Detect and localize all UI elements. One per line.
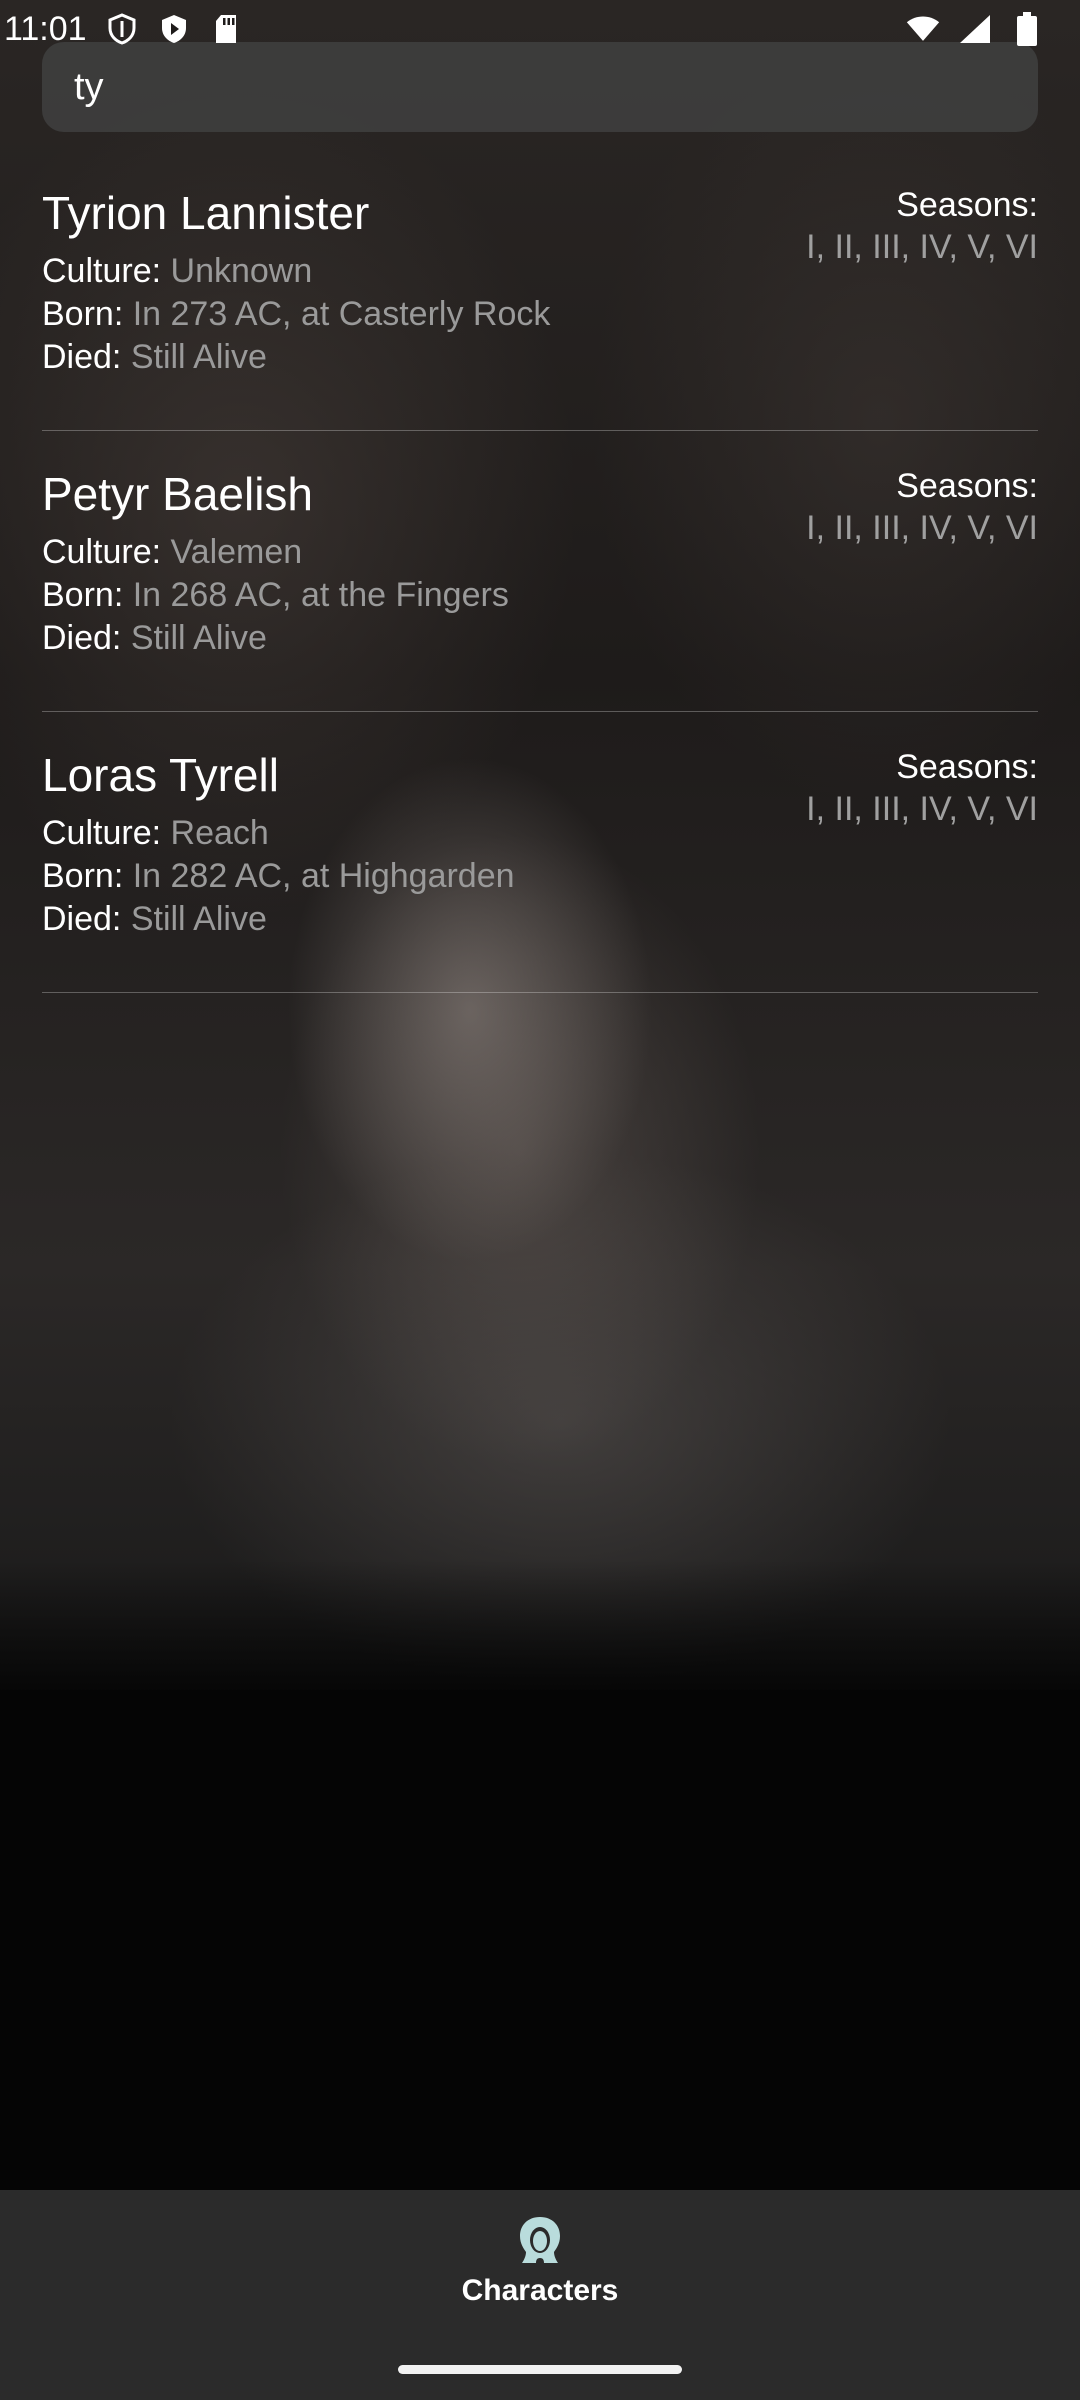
wifi-icon [906, 12, 940, 46]
background-fade [0, 1560, 1080, 1700]
born-label: Born: [42, 295, 124, 333]
search-input[interactable] [74, 65, 1006, 109]
status-bar: 11:01 [0, 0, 1080, 58]
culture-row: Culture: Unknown [42, 250, 550, 293]
born-value: In 273 AC, at Casterly Rock [132, 295, 551, 333]
died-value: Still Alive [130, 619, 267, 657]
status-left: 11:01 [4, 10, 243, 49]
born-value: In 282 AC, at Highgarden [132, 857, 515, 895]
status-right [906, 12, 1044, 46]
character-name: Loras Tyrell [42, 749, 279, 801]
born-row: Born: In 268 AC, at the Fingers [42, 574, 509, 617]
born-row: Born: In 273 AC, at Casterly Rock [42, 293, 550, 336]
battery-icon [1010, 12, 1044, 46]
sd-card-icon [209, 12, 243, 46]
character-fields: Culture: Unknown Born: In 273 AC, at Cas… [42, 250, 550, 379]
born-row: Born: In 282 AC, at Highgarden [42, 855, 515, 898]
seasons-value: I, II, III, IV, V, VI [806, 228, 1038, 266]
seasons-value: I, II, III, IV, V, VI [806, 509, 1038, 547]
culture-row: Culture: Reach [42, 812, 515, 855]
died-label: Died: [42, 900, 122, 938]
died-row: Died: Still Alive [42, 898, 515, 941]
seasons-label: Seasons: [896, 748, 1038, 786]
culture-row: Culture: Valemen [42, 531, 509, 574]
died-value: Still Alive [130, 900, 267, 938]
culture-label: Culture: [42, 814, 162, 852]
seasons-block: Seasons: I, II, III, IV, V, VI [806, 465, 1038, 549]
culture-label: Culture: [42, 533, 162, 571]
nav-item-characters[interactable]: Characters [430, 2214, 650, 2334]
died-row: Died: Still Alive [42, 336, 550, 379]
characters-head-icon [514, 2214, 566, 2266]
nav-label-characters: Characters [461, 2274, 619, 2307]
shield-icon [105, 12, 139, 46]
list-item[interactable]: Petyr Baelish Culture: Valemen Born: In … [42, 431, 1038, 712]
seasons-label: Seasons: [896, 467, 1038, 505]
cell-signal-icon [958, 12, 992, 46]
character-list: Tyrion Lannister Culture: Unknown Born: … [42, 150, 1038, 993]
born-value: In 268 AC, at the Fingers [132, 576, 509, 614]
seasons-value: I, II, III, IV, V, VI [806, 790, 1038, 828]
list-item[interactable]: Tyrion Lannister Culture: Unknown Born: … [42, 150, 1038, 431]
born-label: Born: [42, 576, 124, 614]
died-label: Died: [42, 619, 122, 657]
list-item[interactable]: Loras Tyrell Culture: Reach Born: In 282… [42, 712, 1038, 993]
play-protect-icon [157, 12, 191, 46]
character-fields: Culture: Valemen Born: In 268 AC, at the… [42, 531, 509, 660]
seasons-block: Seasons: I, II, III, IV, V, VI [806, 184, 1038, 268]
culture-value: Unknown [170, 252, 313, 290]
app-screen: 11:01 Tyrio [0, 0, 1080, 2400]
culture-label: Culture: [42, 252, 162, 290]
born-label: Born: [42, 857, 124, 895]
character-name: Petyr Baelish [42, 468, 314, 520]
seasons-label: Seasons: [896, 186, 1038, 224]
died-value: Still Alive [130, 338, 267, 376]
character-name: Tyrion Lannister [42, 187, 370, 239]
died-row: Died: Still Alive [42, 617, 509, 660]
culture-value: Reach [170, 814, 269, 852]
gesture-handle[interactable] [398, 2365, 682, 2374]
status-time: 11:01 [4, 9, 87, 48]
culture-value: Valemen [170, 533, 303, 571]
character-fields: Culture: Reach Born: In 282 AC, at Highg… [42, 812, 515, 941]
died-label: Died: [42, 338, 122, 376]
seasons-block: Seasons: I, II, III, IV, V, VI [806, 746, 1038, 830]
